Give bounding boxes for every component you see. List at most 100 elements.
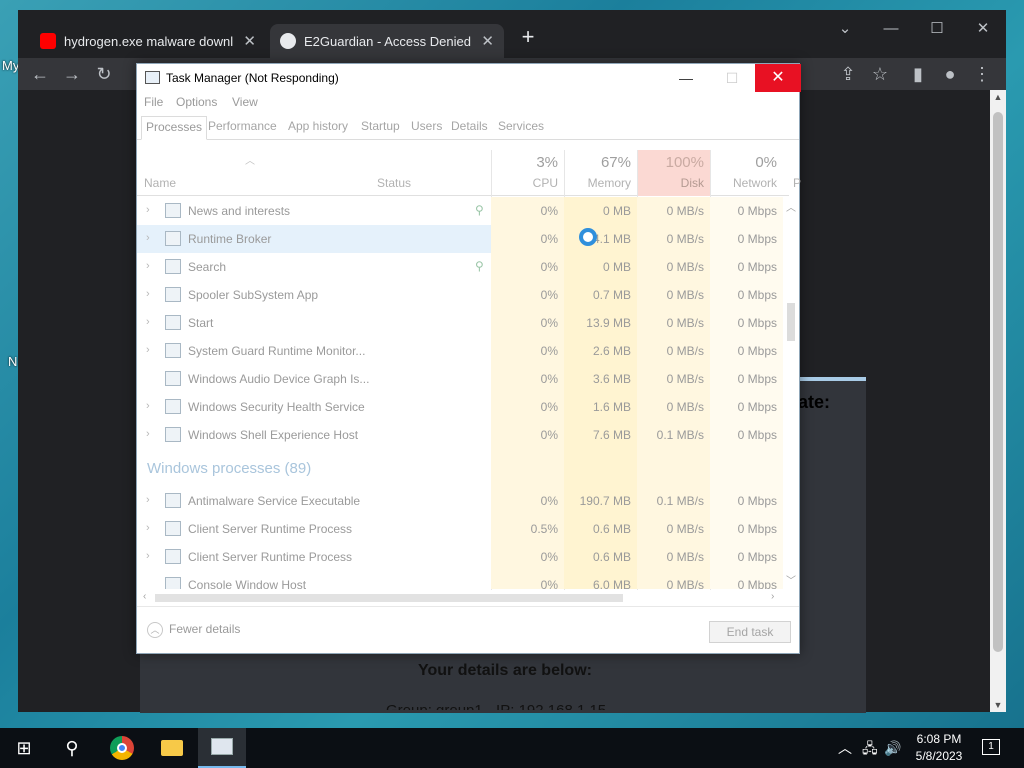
tray-overflow-icon[interactable]: ︿ bbox=[838, 728, 852, 768]
profile-icon[interactable]: ● bbox=[936, 60, 964, 88]
network-cell: 0 Mbps bbox=[710, 309, 783, 337]
process-row[interactable]: › Windows Shell Experience Host 0% 7.6 MB 0.… bbox=[137, 421, 789, 449]
task-manager-titlebar[interactable]: Task Manager (Not Responding) — ☐ ✕ bbox=[137, 64, 801, 92]
forward-icon[interactable]: → bbox=[58, 60, 86, 88]
scroll-up-arrow[interactable]: ▲ bbox=[990, 92, 1006, 102]
process-row[interactable]: › Windows Security Health Service 0% 1.6 MB… bbox=[137, 393, 789, 421]
tab-strip: hydrogen.exe malware downloa ✕ E2Guardia… bbox=[18, 10, 1006, 58]
disk-cell: 0 MB/s bbox=[637, 365, 710, 393]
reload-icon[interactable]: ↻ bbox=[90, 60, 118, 88]
tab-details[interactable]: Details bbox=[447, 116, 492, 140]
tab-startup[interactable]: Startup bbox=[357, 116, 404, 140]
close-button[interactable]: ✕ bbox=[755, 64, 801, 92]
end-task-button[interactable]: End task bbox=[709, 621, 791, 643]
expand-chevron-icon[interactable]: › bbox=[146, 316, 150, 328]
expand-chevron-icon[interactable]: › bbox=[146, 494, 150, 506]
scroll-right-arrow[interactable]: › bbox=[771, 591, 774, 602]
process-row[interactable]: Windows Audio Device Graph Is... 0% 3.6 MB… bbox=[137, 365, 789, 393]
col-disk[interactable]: 100% Disk bbox=[637, 150, 710, 196]
maximize-button[interactable]: ☐ bbox=[914, 14, 960, 44]
share-icon[interactable]: ⇪ bbox=[834, 60, 862, 88]
bookmark-star-icon[interactable]: ☆ bbox=[866, 60, 894, 88]
tab-services[interactable]: Services bbox=[494, 116, 548, 140]
close-window-button[interactable]: ✕ bbox=[960, 14, 1006, 44]
process-row[interactable]: › Client Server Runtime Process 0% 0.6 MB 0 … bbox=[137, 543, 789, 571]
menu-view[interactable]: View bbox=[232, 95, 258, 109]
scroll-down-arrow[interactable]: ▼ bbox=[990, 700, 1006, 710]
search-icon[interactable]: ⚲ bbox=[48, 728, 96, 768]
col-network[interactable]: 0% Network bbox=[710, 150, 783, 196]
process-list-hscroll[interactable]: ‹ › bbox=[137, 591, 783, 605]
back-icon[interactable]: ← bbox=[26, 60, 54, 88]
scroll-thumb[interactable] bbox=[993, 112, 1003, 652]
notification-center-icon[interactable]: 1 bbox=[982, 728, 1000, 768]
fewer-details-button[interactable]: ︿ Fewer details bbox=[147, 622, 240, 638]
side-panel-icon[interactable]: ▮ bbox=[904, 60, 932, 88]
scroll-left-arrow[interactable]: ‹ bbox=[143, 591, 146, 602]
menu-kebab-icon[interactable]: ⋮ bbox=[968, 60, 996, 88]
minimize-button[interactable]: — bbox=[868, 14, 914, 44]
col-name[interactable]: Name bbox=[144, 176, 176, 190]
expand-chevron-icon[interactable]: › bbox=[146, 522, 150, 534]
start-windows-icon[interactable]: ⊞ bbox=[0, 728, 48, 768]
volume-icon[interactable]: 🔊 bbox=[884, 728, 901, 768]
file-explorer-icon[interactable] bbox=[148, 728, 196, 768]
process-row[interactable]: › Start 0% 13.9 MB 0 MB/s 0 Mbps bbox=[137, 309, 789, 337]
scroll-down-arrow[interactable]: ﹀ bbox=[783, 572, 799, 587]
chrome-icon bbox=[110, 736, 134, 760]
tab-users[interactable]: Users bbox=[407, 116, 446, 140]
process-row[interactable]: › News and interests ⚲ 0% 0 MB 0 MB/s 0 Mbps bbox=[137, 197, 789, 225]
desktop-icon-label[interactable]: My bbox=[2, 58, 19, 73]
scroll-thumb[interactable] bbox=[155, 594, 623, 602]
task-manager-taskbar-icon[interactable] bbox=[198, 728, 246, 768]
col-status[interactable]: Status bbox=[377, 176, 411, 190]
tab-processes[interactable]: Processes bbox=[141, 116, 208, 140]
disk-cell: 0 MB/s bbox=[637, 571, 710, 589]
clock[interactable]: 6:08 PM 5/8/2023 bbox=[908, 731, 970, 765]
process-row[interactable]: › Runtime Broker 0% 4.1 MB 0 MB/s 0 Mbps bbox=[137, 225, 789, 253]
expand-chevron-icon[interactable]: › bbox=[146, 260, 150, 272]
tab-search-icon[interactable]: ⌄ bbox=[822, 14, 868, 44]
network-cell: 0 Mbps bbox=[710, 337, 783, 365]
maximize-button[interactable]: ☐ bbox=[709, 64, 755, 92]
minimize-button[interactable]: — bbox=[663, 64, 709, 92]
close-tab-icon[interactable]: ✕ bbox=[481, 32, 494, 50]
process-row[interactable]: › Client Server Runtime Process 0.5% 0.6 MB… bbox=[137, 515, 789, 543]
col-memory[interactable]: 67% Memory bbox=[564, 150, 637, 196]
chrome-taskbar-icon[interactable] bbox=[98, 728, 146, 768]
process-list-vscroll[interactable]: ︿ ﹀ bbox=[783, 197, 799, 589]
desktop-icon-label[interactable]: N bbox=[8, 354, 17, 369]
expand-chevron-icon[interactable]: › bbox=[146, 428, 150, 440]
browser-tab-e2guardian[interactable]: E2Guardian - Access Denied ✕ bbox=[270, 24, 504, 58]
memory-cell: 2.6 MB bbox=[564, 337, 637, 365]
network-icon[interactable]: 🖧 bbox=[862, 728, 878, 768]
new-tab-button[interactable]: + bbox=[516, 24, 540, 50]
disk-cell: 0 MB/s bbox=[637, 515, 710, 543]
expand-chevron-icon[interactable]: › bbox=[146, 204, 150, 216]
tab-performance[interactable]: Performance bbox=[204, 116, 281, 140]
process-row[interactable]: › Search ⚲ 0% 0 MB 0 MB/s 0 Mbps bbox=[137, 253, 789, 281]
menu-options[interactable]: Options bbox=[176, 95, 217, 109]
group-header-windows-processes[interactable]: Windows processes (89) bbox=[137, 449, 789, 487]
process-row[interactable]: › Antimalware Service Executable 0% 190.7 M… bbox=[137, 487, 789, 515]
process-row[interactable]: › Spooler SubSystem App 0% 0.7 MB 0 MB/s 0 Mb… bbox=[137, 281, 789, 309]
menu-file[interactable]: File bbox=[144, 95, 163, 109]
scroll-up-arrow[interactable]: ︿ bbox=[783, 199, 799, 214]
expand-chevron-icon[interactable]: › bbox=[146, 344, 150, 356]
col-cpu[interactable]: 3% CPU bbox=[491, 150, 564, 196]
process-icon bbox=[165, 493, 181, 508]
process-row[interactable]: › System Guard Runtime Monitor... 0% 2.6 MB… bbox=[137, 337, 789, 365]
close-tab-icon[interactable]: ✕ bbox=[243, 32, 256, 50]
expand-chevron-icon[interactable]: › bbox=[146, 288, 150, 300]
scroll-thumb[interactable] bbox=[787, 303, 795, 341]
expand-chevron-icon[interactable]: › bbox=[146, 400, 150, 412]
browser-tab-youtube[interactable]: hydrogen.exe malware downloa ✕ bbox=[30, 24, 266, 58]
cpu-cell: 0% bbox=[491, 281, 564, 309]
expand-chevron-icon[interactable]: › bbox=[146, 232, 150, 244]
process-row[interactable]: Console Window Host 0% 6.0 MB 0 MB/s 0 Mbps bbox=[137, 571, 789, 589]
disk-label: Disk bbox=[680, 176, 704, 190]
expand-chevron-icon[interactable]: › bbox=[146, 550, 150, 562]
col-power[interactable]: P bbox=[793, 176, 801, 190]
page-scrollbar[interactable]: ▲ ▼ bbox=[990, 90, 1006, 712]
tab-app-history[interactable]: App history bbox=[284, 116, 352, 140]
